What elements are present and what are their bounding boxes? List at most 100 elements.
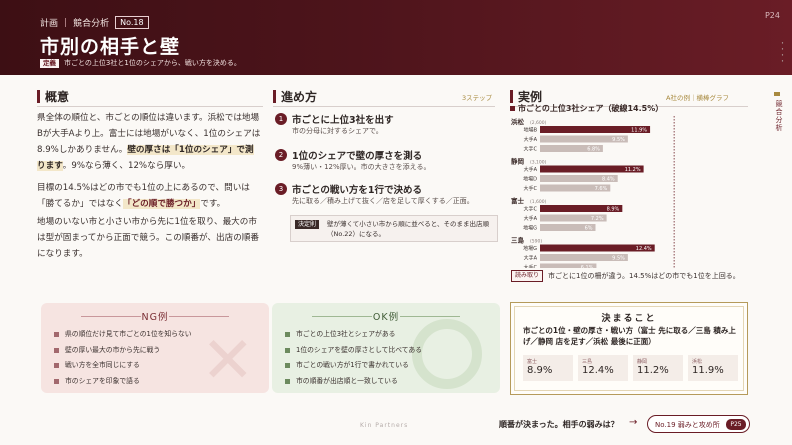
group-label: 浜松 [511, 117, 525, 126]
side-rail: ・・・・ 競合分析 [770, 40, 786, 150]
metric-value: 12.4% [582, 365, 614, 376]
step-desc: 市の分母に対するシェアで。 [292, 127, 383, 135]
overview-paragraph-2: 目標の14.5%はどの市でも1位の上にあるので、問いは「勝てるか」ではなく「どの… [37, 183, 250, 209]
bar-label: 大手C [524, 146, 538, 153]
group-note: (3,100) [530, 160, 547, 166]
metric-cell: 静岡 11.2% [633, 355, 683, 381]
bullet-icon [285, 363, 290, 369]
bullet-icon [54, 378, 59, 384]
share-bar-chart: 浜松 (2,600)地場B 11.9% 大手A 9.5% 大手C 6.8% 静岡 (3,100)… [511, 116, 675, 268]
group-label: 静岡 [511, 157, 525, 166]
bar-value-label: 8.9% [607, 207, 620, 213]
next-page-button[interactable]: No.19 弱みと攻め所 P25 [647, 415, 750, 433]
bar-value-label: 9.5% [612, 256, 625, 262]
divider [37, 106, 263, 107]
heading-bar [37, 90, 40, 103]
bullet-icon [54, 332, 59, 338]
arrow-right-icon: → [629, 417, 638, 428]
bar-value-label: 7.6% [595, 186, 608, 192]
circle-icon [412, 319, 482, 389]
bar-label: 大手A [524, 215, 538, 222]
decision-rule-label: 決定則 [295, 220, 320, 229]
bullet-icon [54, 363, 59, 369]
list-item: 1位のシェアを壁の厚さとして比べてある [285, 343, 422, 359]
group-note: (2,600) [530, 120, 547, 126]
bar-label: 大手A [524, 136, 538, 143]
metric-name: 浜松 [692, 359, 703, 365]
group-note: (1,600) [530, 199, 547, 205]
step-title: 市ごとの戦い方を1行で決める [292, 185, 423, 196]
reading-text: 市ごとに1位の柵が違う。14.5%はどの市でも1位を上回る。 [548, 272, 740, 280]
metric-cell: 浜松 11.9% [688, 355, 738, 381]
rail-dots: ・・・・ [778, 40, 785, 64]
metric-name: 三島 [582, 359, 593, 365]
cross-icon: ✕ [201, 324, 255, 398]
overview-heading: 概意 [37, 88, 69, 105]
step-title: 市ごとに上位3社を出す [292, 115, 394, 126]
bar-value-label: 11.9% [631, 128, 647, 134]
bar-value-label: 7.2% [591, 216, 604, 222]
page-title: 市別の相手と壁 [40, 36, 181, 58]
bar-value-label: 6% [585, 226, 593, 232]
heading-bar [273, 90, 276, 103]
crumb-section: 計画 [40, 19, 59, 29]
step-desc: 9%薄い・12%厚い。市の大きさを添える。 [292, 163, 431, 171]
metric-value: 11.2% [637, 365, 669, 376]
metric-cell: 富士 8.9% [523, 355, 573, 381]
bullet-icon [285, 332, 290, 338]
subtitle: 市ごとの上位3社と1位のシェアから、戦い方を決める。 [64, 59, 241, 67]
bar-label: 地場G [523, 245, 537, 252]
decisions-box: 決まること 市ごとの1位・壁の厚さ・戦い方（富士 先に取る／三島 積み上げ／静岡… [510, 302, 748, 395]
step-number: 3 [275, 183, 287, 195]
decisions-text: 市ごとの1位・壁の厚さ・戦い方（富士 先に取る／三島 積み上げ／静岡 店を足す／… [523, 326, 736, 346]
step-number: 2 [275, 149, 287, 161]
bar-label: 大手C [524, 264, 538, 268]
overview-paragraph-1: 県全体の順位と、市ごとの順位は違います。浜松では地場Bが大手Aより上。富士には地… [37, 113, 261, 171]
list-item: 市の順番が出店順と一致している [285, 374, 422, 390]
bar-value-label: 9.5% [612, 137, 625, 143]
decision-rule-text: 壁が薄くて小さい市から順に並べると、そのまま出店順（No.22）になる。 [327, 220, 490, 238]
ok-list: 市ごとの上位3社とシェアがある 1位のシェアを壁の厚さとして比べてある 市ごとの… [285, 327, 422, 389]
breadcrumb: 計画 | 競合分析 No.18 [40, 16, 149, 29]
bar-label: 大手C [524, 206, 538, 213]
step-title: 1位のシェアで壁の厚さを測る [292, 151, 423, 162]
decisions-heading: 決まること [601, 314, 657, 324]
group-note: (590) [530, 239, 542, 245]
steps-heading: 進め方 [273, 88, 317, 105]
list-item: 市ごとの上位3社とシェアがある [285, 327, 422, 343]
rail-label: 競合分析 [775, 100, 783, 132]
bar-value-label: 6.8% [587, 147, 600, 153]
bar-label: 大手A [524, 255, 538, 262]
overview-paragraph-3: 地場のいない市と小さい市から先に1位を取り、最大の市は型が固まってから正面で競う… [37, 217, 259, 259]
definition-tag: 定義 [40, 58, 59, 68]
step-number: 1 [275, 113, 287, 125]
credit: Kin Partners [360, 422, 409, 429]
number-badge: No.18 [115, 16, 149, 29]
bullet-icon [285, 378, 290, 384]
reading-tag: 読み取り [511, 270, 544, 282]
group-label: 三島 [511, 236, 525, 245]
bar-value-label: 6.1% [581, 265, 594, 268]
divider [273, 106, 495, 107]
next-page-number: P25 [726, 419, 746, 430]
list-item: 県の順位だけ見て市ごとの1位を知らない [54, 327, 192, 343]
metric-value: 11.9% [692, 365, 724, 376]
list-item: 市ごとの戦い方が1行で書かれている [285, 358, 422, 374]
group-label: 富士 [511, 196, 525, 205]
step-desc: 先に取る／積み上げて抜く／店を足して厚くする／正面。 [292, 197, 474, 205]
ok-examples-card: OK例 市ごとの上位3社とシェアがある 1位のシェアを壁の厚さとして比べてある … [272, 303, 500, 393]
ng-examples-card: ✕ NG例 県の順位だけ見て市ごとの1位を知らない 壁の厚い最大の市から先に戦う… [41, 303, 269, 393]
chart-title-marker [510, 106, 515, 111]
crumb-topic: 競合分析 [73, 19, 110, 29]
metric-value: 8.9% [527, 365, 553, 376]
page-header: 計画 | 競合分析 No.18 P24 市別の相手と壁 定義 市ごとの上位3社と… [0, 0, 792, 75]
list-item: 壁の厚い最大の市から先に戦う [54, 343, 192, 359]
bar-value-label: 8.4% [602, 177, 615, 183]
bar-label: 地場B [524, 127, 538, 134]
rail-marker [774, 92, 780, 96]
decision-rule-box: 決定則 壁が薄くて小さい市から順に並べると、そのまま出店順（No.22）になる。 [290, 215, 498, 242]
list-item: 戦い方を全市同じにする [54, 358, 192, 374]
bar-value-label: 11.2% [625, 167, 641, 173]
steps-note: 3ステップ [462, 94, 493, 102]
bar-label: 大手A [524, 166, 538, 173]
